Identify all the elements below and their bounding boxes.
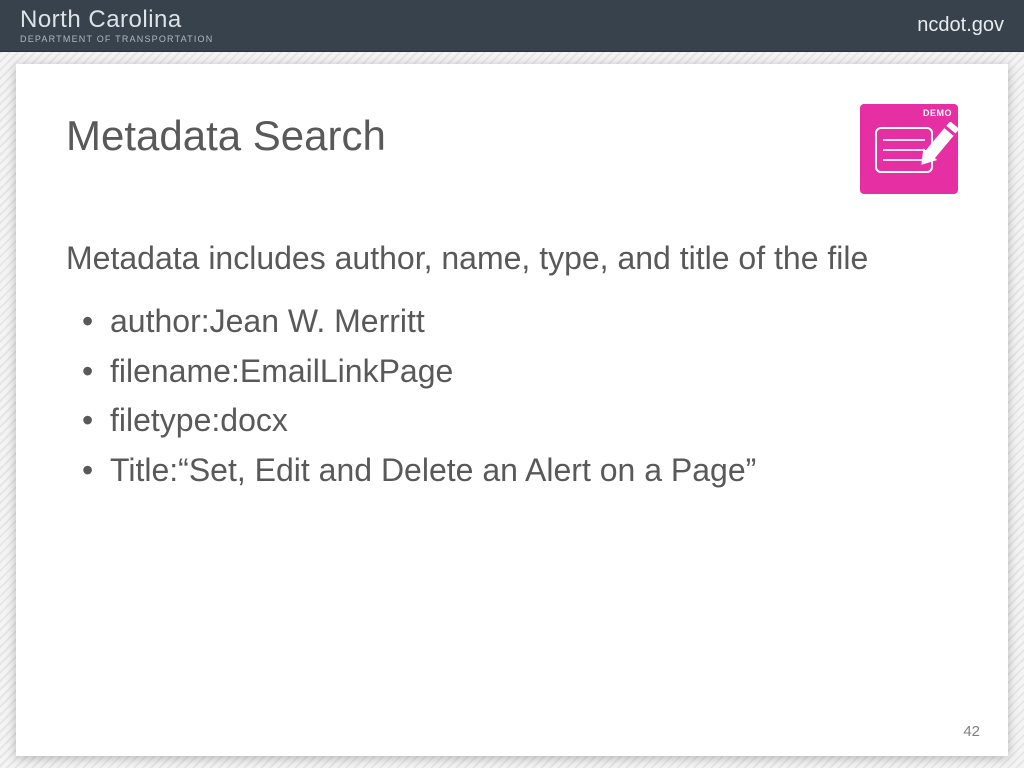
- slide: Metadata Search DEMO Metadata includes a…: [16, 64, 1008, 756]
- example-list: author:Jean W. Merritt filename:EmailLin…: [66, 297, 958, 495]
- header-bar: North Carolina DEPARTMENT OF TRANSPORTAT…: [0, 0, 1024, 52]
- title-row: Metadata Search DEMO: [66, 104, 958, 194]
- page-number: 42: [963, 723, 980, 740]
- department-name: DEPARTMENT OF TRANSPORTATION: [20, 34, 213, 44]
- intro-text: Metadata includes author, name, type, an…: [66, 238, 958, 279]
- list-item: filetype:docx: [76, 396, 958, 446]
- demo-badge: DEMO: [860, 104, 958, 194]
- list-item: author:Jean W. Merritt: [76, 297, 958, 347]
- slide-title: Metadata Search: [66, 112, 386, 160]
- site-url: ncdot.gov: [917, 14, 1004, 37]
- state-name: North Carolina: [20, 8, 213, 32]
- header-brand: North Carolina DEPARTMENT OF TRANSPORTAT…: [20, 8, 213, 44]
- notepad-pencil-icon: [873, 121, 945, 177]
- slide-body: Metadata includes author, name, type, an…: [66, 238, 958, 495]
- list-item: filename:EmailLinkPage: [76, 347, 958, 397]
- list-item: Title:“Set, Edit and Delete an Alert on …: [76, 446, 958, 496]
- slide-background: Metadata Search DEMO Metadata includes a…: [0, 52, 1024, 768]
- demo-label: DEMO: [923, 108, 952, 118]
